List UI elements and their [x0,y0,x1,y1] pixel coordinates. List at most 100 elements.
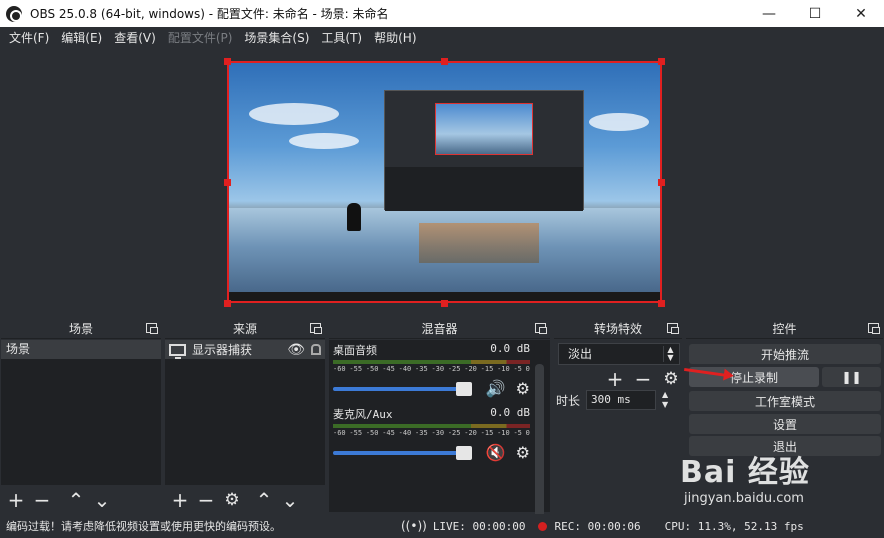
mixer-title: 混音器 [421,321,458,336]
sources-list: 显示器捕获 👁 [165,340,325,485]
cpu-stats: CPU: 11.3%, 52.13 fps [664,519,804,533]
sources-title: 来源 [232,321,257,336]
resize-handle[interactable] [658,300,665,307]
volume-meter [333,360,530,364]
scene-item[interactable]: 场景 [1,340,161,359]
gear-icon[interactable]: ⚙ [516,443,530,462]
nested-panels [385,167,583,211]
undock-icon[interactable] [146,323,158,334]
speaker-muted-icon[interactable]: 🔇 [486,443,506,462]
undock-icon[interactable] [310,323,322,334]
gear-icon[interactable]: ⚙ [516,379,530,398]
add-source-button[interactable]: + [169,488,191,512]
status-bar: 编码过载！请考虑降低视频设置或使用更快的编码预设。 ((•)) LIVE: 00… [0,514,884,538]
preview-area [0,50,884,316]
mixer-body: 桌面音频 0.0 dB -60 -55 -50 -45 -40 -35 -30 -25 -20 -1… [329,340,550,532]
transition-select[interactable]: 淡出 ▲ ▼ [558,343,680,365]
encoding-warning: 编码过载！请考虑降低视频设置或使用更快的编码预设。 [6,520,281,533]
settings-button[interactable]: 设置 [689,414,881,434]
watermark-main: Bai 经验 [680,455,810,490]
transition-gear-icon[interactable]: ⚙ [660,368,682,390]
scenes-title: 场景 [68,321,93,336]
baidu-watermark: Bai 经验 jingyan.baidu.com [680,447,880,507]
menu-tools[interactable]: 工具(T) [315,27,368,50]
runner-silhouette [347,203,361,231]
resize-handle[interactable] [224,300,231,307]
minimize-button[interactable]: — [746,0,792,27]
speaker-icon[interactable]: 🔊 [486,379,506,398]
watermark-sub: jingyan.baidu.com [684,491,804,506]
move-down-button[interactable]: ⌄ [279,488,301,512]
meter-ticks: -60 -55 -50 -45 -40 -35 -30 -25 -20 -15 -10 -5 0 [333,365,530,373]
studio-mode-button[interactable]: 工作室模式 [689,391,881,411]
scenes-list: 场景 [1,340,161,485]
menu-profile[interactable]: 配置文件(P) [162,27,239,50]
duration-label: 时长 [556,393,581,408]
stop-recording-button[interactable]: 停止录制 [689,367,819,387]
source-settings-gear-icon[interactable]: ⚙ [221,489,243,511]
mixer-channel-mic: 麦克风/Aux 0.0 dB -60 -55 -50 -45 -40 -35 -30 -25 -2… [333,406,530,462]
menu-help[interactable]: 帮助(H) [368,27,422,50]
live-time: LIVE: 00:00:00 [432,519,526,533]
duration-input[interactable]: 300 ms [586,390,657,410]
menu-view[interactable]: 查看(V) [108,27,162,50]
resize-handle[interactable] [658,179,665,186]
move-down-button[interactable]: ⌄ [91,488,113,512]
mixer-channel-desktop: 桌面音频 0.0 dB -60 -55 -50 -45 -40 -35 -30 -25 -20 -1… [333,342,530,398]
menu-file[interactable]: 文件(F) [3,27,55,50]
obs-logo-icon [6,5,22,22]
lock-icon[interactable] [311,344,321,355]
chevron-updown-icon: ▲ ▼ [663,346,677,362]
remove-source-button[interactable]: − [195,488,217,512]
slider-knob[interactable] [455,381,472,396]
volume-slider[interactable] [333,381,472,396]
undock-icon[interactable] [535,323,547,334]
resize-handle[interactable] [224,179,231,186]
window-title: OBS 25.0.8 (64-bit, windows) - 配置文件: 未命名… [30,7,389,21]
transition-selected: 淡出 [568,347,593,361]
menu-edit[interactable]: 编辑(E) [55,27,108,50]
controls-title: 控件 [772,321,797,336]
channel-level: 0.0 dB [490,342,530,355]
monitor-icon [169,343,186,359]
undock-icon[interactable] [667,323,679,334]
reflection-shape [419,223,539,263]
meter-ticks: -60 -55 -50 -45 -40 -35 -30 -25 -20 -15 -10 -5 0 [333,429,530,437]
start-streaming-button[interactable]: 开始推流 [689,344,881,364]
source-item[interactable]: 显示器捕获 👁 [165,340,325,359]
nested-obs-window [384,90,584,211]
sources-panel: 来源 显示器捕获 👁 + − ⚙ ⌃ ⌄ [165,318,325,514]
duration-spinner[interactable]: ▲ ▼ [658,390,672,410]
undock-icon[interactable] [868,323,880,334]
slider-knob[interactable] [455,445,472,460]
add-scene-button[interactable]: + [5,488,27,512]
remove-transition-button[interactable]: − [632,367,654,391]
move-up-button[interactable]: ⌃ [65,488,87,512]
add-transition-button[interactable]: + [604,367,626,391]
rec-dot-icon [537,521,547,531]
resize-handle[interactable] [441,300,448,307]
channel-level: 0.0 dB [490,406,530,419]
resize-handle[interactable] [658,58,665,65]
resize-handle[interactable] [441,58,448,65]
cloud-shape [289,133,359,149]
menu-bar: 文件(F) 编辑(E) 查看(V) 配置文件(P) 场景集合(S) 工具(T) … [0,27,884,50]
title-bar: OBS 25.0.8 (64-bit, windows) - 配置文件: 未命名… [0,0,884,27]
move-up-button[interactable]: ⌃ [253,488,275,512]
pause-recording-button[interactable]: ❚❚ [822,367,881,387]
transitions-panel: 转场特效 淡出 ▲ ▼ + − ⚙ 时长 300 ms ▲ ▼ [554,318,682,514]
mixer-scrollbar[interactable] [535,364,544,532]
broadcast-icon: ((•)) [401,519,427,533]
close-button[interactable]: ✕ [838,0,884,27]
nested-preview [435,103,533,155]
rec-time: REC: 00:00:06 [554,519,641,533]
eye-icon[interactable]: 👁 [287,342,305,358]
resize-handle[interactable] [224,58,231,65]
menu-scene-collection[interactable]: 场景集合(S) [238,27,315,50]
remove-scene-button[interactable]: − [31,488,53,512]
cloud-shape [249,103,339,125]
mixer-panel: 混音器 桌面音频 0.0 dB -60 -55 -50 -45 -40 -35 -30 -25-… [329,318,550,532]
preview-canvas[interactable] [227,61,662,303]
maximize-button[interactable]: ☐ [792,0,838,27]
volume-slider[interactable] [333,445,472,460]
